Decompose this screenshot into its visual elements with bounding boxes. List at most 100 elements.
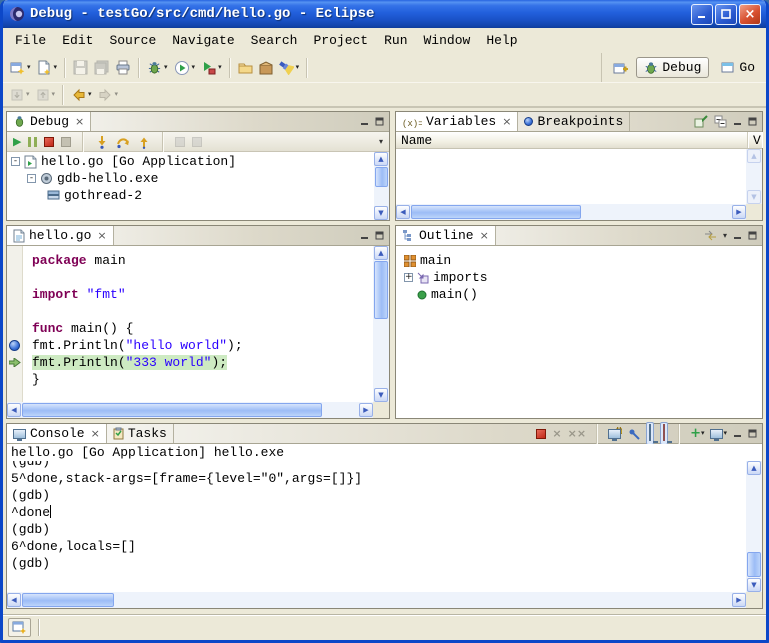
editor-gutter[interactable] bbox=[7, 246, 23, 402]
scrollbar-thumb[interactable] bbox=[22, 593, 114, 607]
scroll-up-icon[interactable]: ▲ bbox=[374, 246, 388, 260]
print-button[interactable] bbox=[112, 56, 134, 80]
close-tab-icon[interactable]: × bbox=[480, 229, 489, 242]
dropdown-icon[interactable]: ▾ bbox=[164, 64, 168, 71]
tab-outline[interactable]: Outline × bbox=[396, 226, 496, 245]
tab-console[interactable]: Console × bbox=[7, 424, 107, 443]
outline-main-func-row[interactable]: main() bbox=[404, 286, 762, 303]
terminate-icon[interactable] bbox=[536, 429, 546, 439]
remove-all-launches-icon[interactable]: ×× bbox=[568, 428, 586, 439]
dropdown-icon[interactable]: ▾ bbox=[115, 91, 119, 98]
expand-expander-icon[interactable]: + bbox=[404, 273, 413, 282]
tab-tasks[interactable]: Tasks bbox=[107, 424, 174, 443]
tab-variables[interactable]: (x)= Variables × bbox=[396, 112, 518, 131]
dropdown-icon[interactable]: ▾ bbox=[192, 64, 196, 71]
close-tab-icon[interactable]: × bbox=[75, 115, 84, 128]
terminate-icon[interactable] bbox=[44, 137, 54, 147]
editor-horizontal-scrollbar[interactable]: ◀ ▶ bbox=[7, 402, 373, 418]
editor-vertical-scrollbar[interactable]: ▲ ▼ bbox=[373, 246, 389, 402]
scroll-up-icon[interactable]: ▲ bbox=[747, 461, 761, 475]
previous-annotation-button[interactable]: ▾ bbox=[33, 83, 59, 107]
show-stderr-toggle-icon[interactable] bbox=[660, 422, 668, 445]
maximize-view-icon[interactable] bbox=[375, 117, 384, 126]
display-selected-console-button[interactable]: ▾ bbox=[710, 429, 727, 439]
menu-file[interactable]: File bbox=[7, 30, 54, 51]
tab-debug[interactable]: Debug × bbox=[7, 112, 91, 131]
menu-run[interactable]: Run bbox=[376, 30, 415, 51]
maximize-view-icon[interactable] bbox=[748, 117, 757, 126]
minimize-view-icon[interactable] bbox=[733, 429, 742, 438]
resume-icon[interactable]: ▶ bbox=[13, 135, 21, 148]
suspend-icon[interactable] bbox=[28, 137, 37, 147]
tab-hello-go[interactable]: hello.go × bbox=[7, 226, 114, 245]
back-history-button[interactable]: ▾ bbox=[68, 83, 95, 107]
minimize-view-icon[interactable] bbox=[733, 231, 742, 240]
tab-breakpoints[interactable]: Breakpoints bbox=[518, 112, 630, 131]
scrollbar-thumb[interactable] bbox=[411, 205, 581, 219]
dropdown-icon[interactable]: ▾ bbox=[26, 91, 30, 98]
step-into-icon[interactable] bbox=[95, 135, 109, 149]
breakpoint-icon[interactable] bbox=[9, 340, 20, 351]
dropdown-icon[interactable]: ▾ bbox=[218, 64, 222, 71]
show-logical-structures-icon[interactable] bbox=[694, 115, 708, 128]
menu-navigate[interactable]: Navigate bbox=[164, 30, 242, 51]
dropdown-icon[interactable]: ▾ bbox=[27, 64, 31, 71]
scroll-right-icon[interactable]: ▶ bbox=[732, 593, 746, 607]
debug-thread-row[interactable]: gothread-2 bbox=[7, 187, 389, 204]
column-name[interactable]: Name bbox=[396, 132, 748, 148]
code-editor[interactable]: package main import "fmt" func main() { … bbox=[24, 246, 373, 402]
variables-table[interactable]: ▲ ▼ ◀ ▶ bbox=[396, 149, 762, 220]
maximize-view-icon[interactable] bbox=[748, 429, 757, 438]
perspective-debug-button[interactable]: Debug bbox=[636, 57, 709, 78]
menu-search[interactable]: Search bbox=[243, 30, 306, 51]
column-value[interactable]: V bbox=[748, 132, 762, 148]
dropdown-icon[interactable]: ▾ bbox=[88, 91, 92, 98]
open-perspective-button[interactable] bbox=[610, 56, 631, 80]
scrollbar-thumb[interactable] bbox=[375, 167, 388, 187]
perspective-go-button[interactable]: Go bbox=[714, 58, 762, 77]
scroll-up-icon[interactable]: ▲ bbox=[374, 152, 388, 166]
scroll-down-icon[interactable]: ▼ bbox=[747, 578, 761, 592]
pin-console-icon[interactable] bbox=[628, 428, 640, 440]
debug-launch-button[interactable]: ▾ bbox=[144, 56, 171, 80]
scrollbar-thumb[interactable] bbox=[747, 552, 761, 577]
dropdown-icon[interactable]: ▾ bbox=[52, 91, 56, 98]
maximize-button[interactable] bbox=[715, 4, 737, 25]
package-button[interactable] bbox=[256, 56, 276, 80]
menu-project[interactable]: Project bbox=[305, 30, 376, 51]
menu-source[interactable]: Source bbox=[101, 30, 164, 51]
collapse-expander-icon[interactable]: - bbox=[11, 157, 20, 166]
scroll-up-icon[interactable]: ▲ bbox=[747, 149, 761, 163]
search-button[interactable]: ▾ bbox=[276, 56, 303, 80]
scroll-right-icon[interactable]: ▶ bbox=[732, 205, 746, 219]
console-vertical-scrollbar[interactable]: ▲ ▼ bbox=[746, 461, 762, 592]
scroll-left-icon[interactable]: ◀ bbox=[396, 205, 410, 219]
close-tab-icon[interactable]: × bbox=[502, 115, 511, 128]
minimize-button[interactable] bbox=[691, 4, 713, 25]
debug-process-row[interactable]: - gdb-hello.exe bbox=[7, 170, 389, 187]
remove-launch-icon[interactable]: × bbox=[552, 428, 561, 439]
scroll-down-icon[interactable]: ▼ bbox=[374, 206, 388, 220]
maximize-view-icon[interactable] bbox=[375, 231, 384, 240]
close-button[interactable]: × bbox=[739, 4, 761, 25]
open-folder-button[interactable] bbox=[235, 56, 256, 80]
scrollbar-thumb[interactable] bbox=[22, 403, 322, 417]
titlebar[interactable]: Debug - testGo/src/cmd/hello.go - Eclips… bbox=[3, 0, 766, 28]
console-horizontal-scrollbar[interactable]: ◀ ▶ bbox=[7, 592, 746, 608]
new-wizard-button[interactable]: ▾ bbox=[7, 56, 34, 80]
step-return-icon[interactable] bbox=[137, 135, 151, 149]
close-tab-icon[interactable]: × bbox=[97, 229, 106, 242]
maximize-view-icon[interactable] bbox=[748, 231, 757, 240]
new-file-button[interactable]: ▾ bbox=[34, 56, 61, 80]
minimize-view-icon[interactable] bbox=[360, 231, 369, 240]
variables-vertical-scrollbar[interactable]: ▲ ▼ bbox=[746, 149, 762, 204]
console-output[interactable]: (gdb) 5^done,stack-args=[frame={level="0… bbox=[11, 461, 746, 592]
view-menu-chevron-icon[interactable]: ▾ bbox=[379, 137, 383, 146]
scrollbar-thumb[interactable] bbox=[374, 261, 388, 319]
minimize-view-icon[interactable] bbox=[733, 117, 742, 126]
dropdown-icon[interactable]: ▾ bbox=[296, 64, 300, 71]
disconnect-icon[interactable] bbox=[61, 137, 71, 147]
collapse-expander-icon[interactable]: - bbox=[27, 174, 36, 183]
run-launch-button[interactable]: ▾ bbox=[171, 56, 199, 80]
minimize-view-icon[interactable] bbox=[360, 117, 369, 126]
